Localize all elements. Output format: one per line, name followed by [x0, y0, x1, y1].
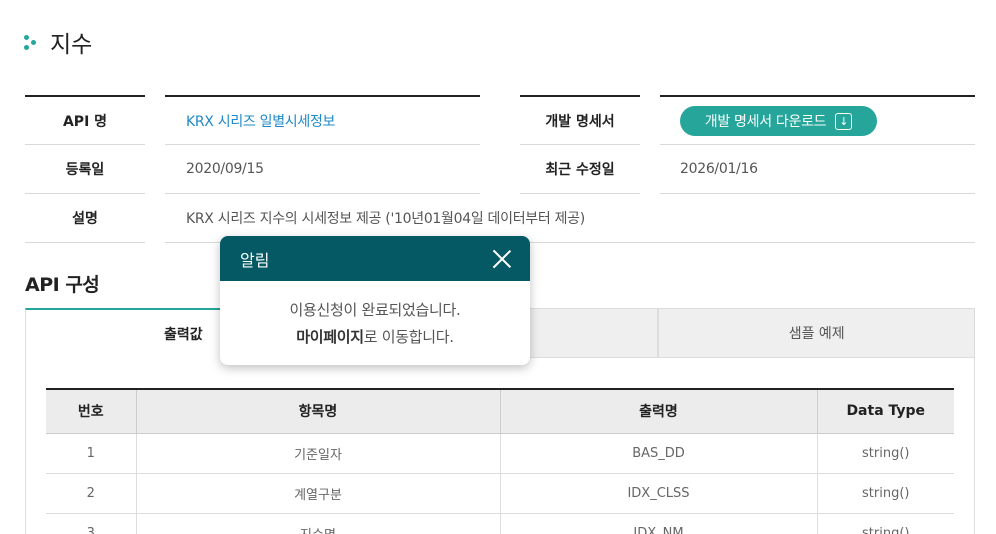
column-header-data-type: Data Type	[817, 388, 954, 434]
download-icon: ↓	[835, 112, 853, 130]
api-name-label: API 명	[62, 113, 108, 130]
modified-value: 2026/01/16	[680, 161, 758, 177]
mypage-link[interactable]: 마이페이지	[296, 328, 364, 346]
column-header-item-name: 항목명	[136, 388, 501, 434]
divider	[660, 193, 975, 194]
table-header-row: 번호 항목명 출력명 Data Type	[46, 388, 954, 434]
divider	[25, 242, 145, 243]
description-label: 설명	[72, 211, 98, 227]
modal-message-line2-rest: 로 이동합니다.	[363, 328, 454, 346]
cell-data-type: string()	[817, 473, 954, 514]
cell-number: 1	[46, 433, 137, 474]
cell-output-name: IDX_NM	[500, 513, 818, 534]
section-title: API 구성	[25, 274, 100, 296]
cell-item-name: 계열구분	[136, 473, 501, 514]
table-row: 2 계열구분 IDX_CLSS string()	[46, 473, 954, 514]
cell-data-type: string()	[817, 433, 954, 474]
table-row: 1 기준일자 BAS_DD string()	[46, 433, 954, 474]
modified-label: 최근 수정일	[545, 162, 615, 178]
modal-title: 알림	[240, 250, 270, 270]
api-name-value: KRX 시리즈 일별시세정보	[186, 113, 336, 130]
cell-output-name: BAS_DD	[500, 433, 818, 474]
modal-body: 이용신청이 완료되었습니다. 마이페이지로 이동합니다.	[220, 281, 530, 351]
modal-message-line1: 이용신청이 완료되었습니다.	[289, 301, 461, 319]
cell-output-name: IDX_CLSS	[500, 473, 818, 514]
spec-label: 개발 명세서	[545, 113, 615, 130]
cell-number: 2	[46, 473, 137, 514]
spec-download-label: 개발 명세서 다운로드	[704, 114, 827, 130]
registered-label: 등록일	[65, 162, 105, 178]
divider	[660, 95, 975, 97]
cell-item-name: 지수명	[136, 513, 501, 534]
cell-data-type: string()	[817, 513, 954, 534]
title-bullet-icon	[24, 34, 38, 50]
page-title-text: 지수	[50, 32, 93, 58]
page-title: 지수	[24, 26, 92, 58]
modal-header: 알림	[220, 236, 530, 281]
column-header-output-name: 출력명	[500, 388, 818, 434]
notification-modal: 알림 이용신청이 완료되었습니다. 마이페이지로 이동합니다.	[220, 236, 530, 365]
spec-download-button[interactable]: 개발 명세서 다운로드 ↓	[680, 106, 877, 136]
registered-value: 2020/09/15	[186, 161, 264, 177]
tab-sample[interactable]: 샘플 예제	[658, 308, 976, 358]
output-table: 번호 항목명 출력명 Data Type 1 기준일자 BAS_DD strin…	[46, 388, 954, 534]
modal-message-line2: 마이페이지로 이동합니다.	[220, 324, 530, 351]
table-row: 3 지수명 IDX_NM string()	[46, 513, 954, 534]
description-value: KRX 시리즈 지수의 시세정보 제공 ('10년01월04일 데이터부터 제공…	[186, 211, 585, 227]
cell-item-name: 기준일자	[136, 433, 501, 474]
close-icon[interactable]	[492, 249, 512, 269]
cell-number: 3	[46, 513, 137, 534]
column-header-number: 번호	[46, 388, 137, 434]
